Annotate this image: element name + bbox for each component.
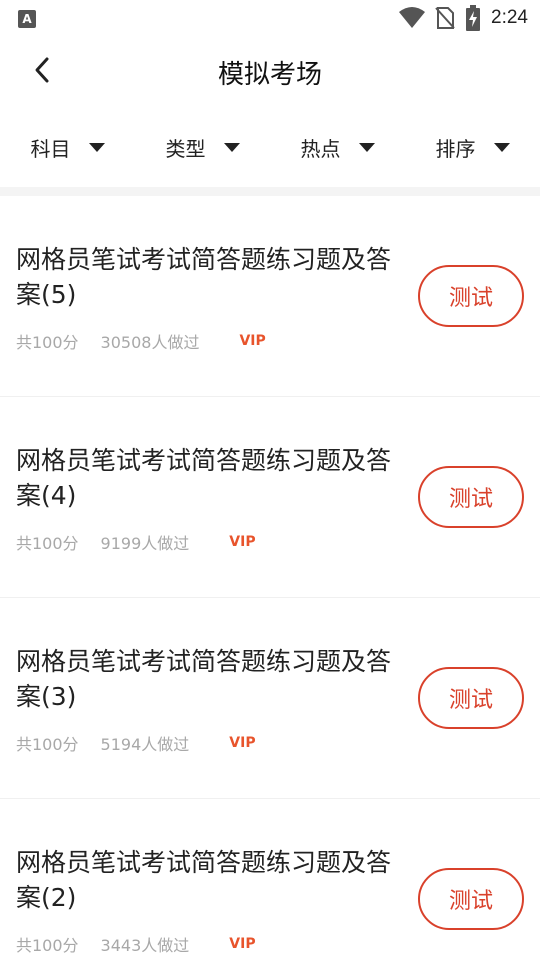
battery-charging-icon <box>466 5 481 31</box>
filter-label: 热点 <box>300 136 341 161</box>
exam-meta: 共100分 30508人做过 VIP <box>16 329 266 353</box>
section-divider <box>0 187 540 196</box>
test-button[interactable]: 测试 <box>418 667 524 729</box>
exam-title: 网格员笔试考试简答题练习题及答案(5) <box>16 245 392 309</box>
vip-badge: VIP <box>229 936 256 952</box>
exam-title: 网格员笔试考试简答题练习题及答案(3) <box>16 647 392 711</box>
caret-down-icon <box>358 142 375 152</box>
notification-app-icon: A <box>18 10 36 28</box>
exam-taken-count: 5194人做过 <box>100 735 190 754</box>
status-icons: 2:24 <box>399 4 528 32</box>
filter-subject[interactable]: 科目 <box>0 120 135 174</box>
exam-meta: 共100分 5194人做过 VIP <box>16 731 256 755</box>
status-time: 2:24 <box>491 7 528 28</box>
exam-meta: 共100分 9199人做过 VIP <box>16 530 256 554</box>
test-button[interactable]: 测试 <box>418 466 524 528</box>
wifi-icon <box>399 7 426 28</box>
exam-title: 网格员笔试考试简答题练习题及答案(4) <box>16 446 392 510</box>
exam-score: 共100分 <box>16 534 79 553</box>
page-title: 模拟考场 <box>217 60 322 90</box>
filter-sort[interactable]: 排序 <box>405 120 540 174</box>
exam-score: 共100分 <box>16 735 79 754</box>
filter-hot[interactable]: 热点 <box>270 120 405 174</box>
vip-badge: VIP <box>229 735 256 751</box>
test-button[interactable]: 测试 <box>418 868 524 930</box>
test-button[interactable]: 测试 <box>418 265 524 327</box>
filter-label: 科目 <box>30 136 71 161</box>
exam-score: 共100分 <box>16 936 79 955</box>
nav-bar: 模拟考场 <box>0 36 540 106</box>
filter-type[interactable]: 类型 <box>135 120 270 174</box>
exam-taken-count: 9199人做过 <box>100 534 190 553</box>
list-item[interactable]: 网格员笔试考试简答题练习题及答案(4) 共100分 9199人做过 VIP 测试 <box>0 397 540 598</box>
no-sim-icon <box>435 7 455 29</box>
exam-meta: 共100分 3443人做过 VIP <box>16 932 256 956</box>
caret-down-icon <box>223 142 240 152</box>
list-item[interactable]: 网格员笔试考试简答题练习题及答案(5) 共100分 30508人做过 VIP 测… <box>0 196 540 397</box>
filter-label: 类型 <box>165 136 206 161</box>
exam-title: 网格员笔试考试简答题练习题及答案(2) <box>16 848 392 912</box>
filter-bar: 科目 类型 热点 排序 <box>0 120 540 174</box>
filter-label: 排序 <box>435 136 476 161</box>
caret-down-icon <box>493 142 510 152</box>
caret-down-icon <box>88 142 105 152</box>
vip-badge: VIP <box>239 333 266 349</box>
vip-badge: VIP <box>229 534 256 550</box>
exam-list: 网格员笔试考试简答题练习题及答案(5) 共100分 30508人做过 VIP 测… <box>0 196 540 960</box>
exam-taken-count: 30508人做过 <box>100 333 200 352</box>
exam-taken-count: 3443人做过 <box>100 936 190 955</box>
list-item[interactable]: 网格员笔试考试简答题练习题及答案(3) 共100分 5194人做过 VIP 测试 <box>0 598 540 799</box>
exam-score: 共100分 <box>16 333 79 352</box>
list-item[interactable]: 网格员笔试考试简答题练习题及答案(2) 共100分 3443人做过 VIP 测试 <box>0 799 540 960</box>
status-bar: A 2:24 <box>0 0 540 36</box>
